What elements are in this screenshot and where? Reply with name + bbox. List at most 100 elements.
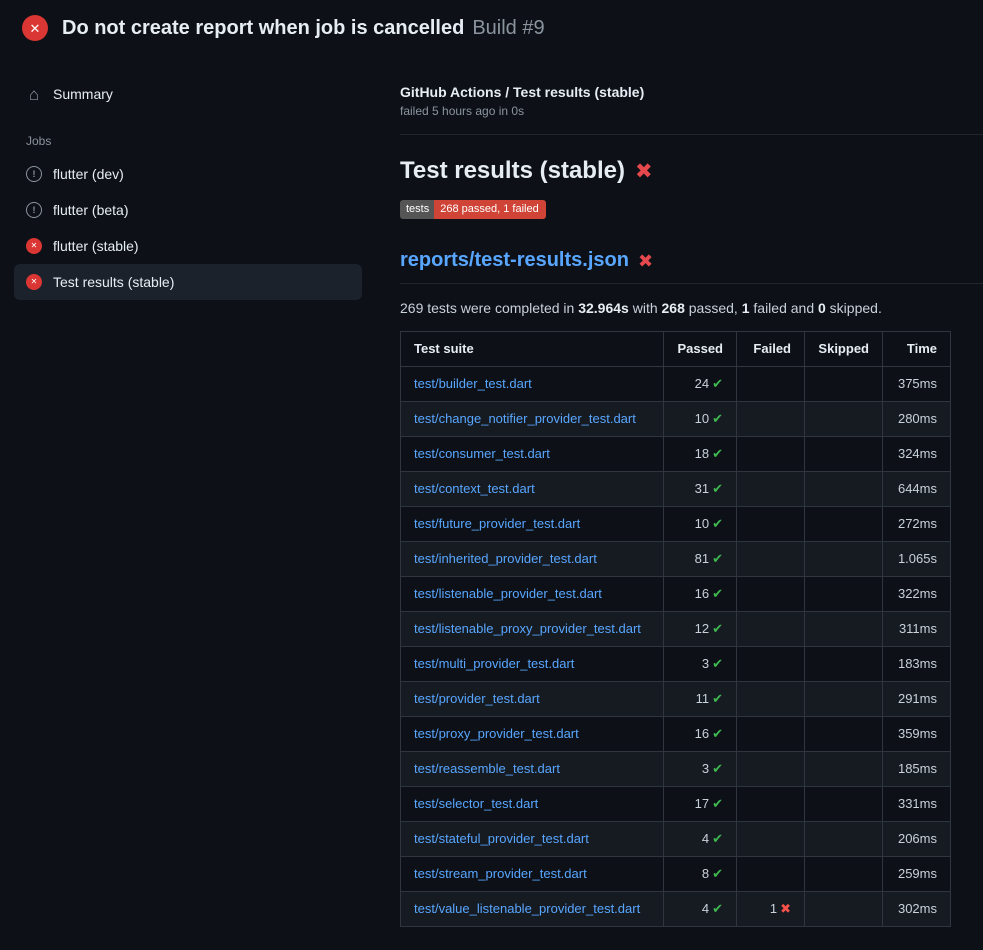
sidebar-item-summary[interactable]: ⌂ Summary [14, 76, 362, 112]
test-suite-link[interactable]: test/future_provider_test.dart [414, 516, 580, 531]
test-suite-link[interactable]: test/inherited_provider_test.dart [414, 551, 597, 566]
skipped-cell [805, 472, 883, 507]
skipped-cell [805, 857, 883, 892]
col-header-time: Time [883, 332, 951, 367]
passed-cell: 8✔ [664, 857, 737, 892]
test-suite-link[interactable]: test/context_test.dart [414, 481, 535, 496]
check-icon: ✔ [712, 481, 723, 496]
jobs-heading: Jobs [26, 134, 362, 148]
sidebar-item-job[interactable]: !flutter (beta) [14, 192, 362, 228]
suite-cell: test/listenable_provider_test.dart [401, 577, 664, 612]
passed-cell-count: 10 [695, 516, 709, 531]
run-title-row: Do not create report when job is cancell… [62, 17, 545, 40]
table-row: test/provider_test.dart11✔291ms [401, 682, 951, 717]
skipped-cell [805, 437, 883, 472]
job-label: Test results (stable) [53, 274, 174, 290]
skipped-cell [805, 542, 883, 577]
passed-cell-count: 31 [695, 481, 709, 496]
passed-cell-count: 3 [702, 761, 709, 776]
test-suite-link[interactable]: test/reassemble_test.dart [414, 761, 560, 776]
sidebar-item-job[interactable]: ✕Test results (stable) [14, 264, 362, 300]
time-cell: 280ms [883, 402, 951, 437]
check-icon: ✔ [712, 621, 723, 636]
passed-cell: 16✔ [664, 717, 737, 752]
passed-cell: 4✔ [664, 892, 737, 927]
page-header: ✕ Do not create report when job is cance… [0, 0, 983, 54]
suite-cell: test/future_provider_test.dart [401, 507, 664, 542]
skipped-cell [805, 717, 883, 752]
passed-cell-count: 16 [695, 726, 709, 741]
failed-cell: 1✖ [737, 892, 805, 927]
failed-cell [737, 577, 805, 612]
check-icon: ✔ [712, 831, 723, 846]
time-cell: 311ms [883, 612, 951, 647]
test-suite-link[interactable]: test/consumer_test.dart [414, 446, 550, 461]
run-status-line: failed 5 hours ago in 0s [400, 104, 983, 118]
failed-cell [737, 647, 805, 682]
test-suite-link[interactable]: test/stateful_provider_test.dart [414, 831, 589, 846]
table-row: test/selector_test.dart17✔331ms [401, 787, 951, 822]
col-header-skipped: Skipped [805, 332, 883, 367]
suite-cell: test/proxy_provider_test.dart [401, 717, 664, 752]
suite-cell: test/provider_test.dart [401, 682, 664, 717]
badge-value: 268 passed, 1 failed [434, 200, 545, 219]
passed-cell-count: 11 [696, 691, 710, 706]
failed-cross-icon: ✖ [635, 161, 653, 182]
table-row: test/future_provider_test.dart10✔272ms [401, 507, 951, 542]
sidebar-item-job[interactable]: !flutter (dev) [14, 156, 362, 192]
table-row: test/consumer_test.dart18✔324ms [401, 437, 951, 472]
report-file-link[interactable]: reports/test-results.json [400, 249, 629, 272]
table-row: test/context_test.dart31✔644ms [401, 472, 951, 507]
passed-cell-count: 4 [702, 831, 709, 846]
check-icon: ✔ [712, 446, 723, 461]
test-suite-link[interactable]: test/value_listenable_provider_test.dart [414, 901, 640, 916]
time-cell: 183ms [883, 647, 951, 682]
test-suite-link[interactable]: test/selector_test.dart [414, 796, 538, 811]
test-suite-link[interactable]: test/change_notifier_provider_test.dart [414, 411, 636, 426]
passed-cell: 16✔ [664, 577, 737, 612]
skipped-cell [805, 682, 883, 717]
test-suite-link[interactable]: test/builder_test.dart [414, 376, 532, 391]
passed-cell-count: 17 [695, 796, 709, 811]
x-circle-icon: ✕ [22, 15, 48, 41]
failed-cell [737, 437, 805, 472]
test-suite-link[interactable]: test/proxy_provider_test.dart [414, 726, 579, 741]
test-suite-link[interactable]: test/provider_test.dart [414, 691, 540, 706]
skipped-cell [805, 752, 883, 787]
passed-cell: 17✔ [664, 787, 737, 822]
failed-cell [737, 822, 805, 857]
check-icon: ✔ [712, 761, 723, 776]
check-icon: ✔ [712, 901, 723, 916]
build-number: Build #9 [472, 17, 544, 40]
skipped-cell [805, 507, 883, 542]
suite-cell: test/consumer_test.dart [401, 437, 664, 472]
check-icon: ✔ [712, 551, 723, 566]
check-icon: ✔ [712, 586, 723, 601]
check-icon: ✔ [712, 796, 723, 811]
failed-cell [737, 752, 805, 787]
summary-text: 269 tests were completed in [400, 300, 578, 316]
passed-cell: 4✔ [664, 822, 737, 857]
table-row: test/inherited_provider_test.dart81✔1.06… [401, 542, 951, 577]
divider [400, 134, 983, 135]
test-suite-link[interactable]: test/multi_provider_test.dart [414, 656, 574, 671]
run-title: Do not create report when job is cancell… [62, 17, 464, 40]
failed-cell [737, 472, 805, 507]
breadcrumb: GitHub Actions / Test results (stable) [400, 84, 983, 100]
passed-cell-count: 4 [702, 901, 709, 916]
neutral-status-icon: ! [26, 202, 42, 218]
passed-cell: 18✔ [664, 437, 737, 472]
table-row: test/stream_provider_test.dart8✔259ms [401, 857, 951, 892]
passed-cell: 10✔ [664, 507, 737, 542]
test-suite-link[interactable]: test/listenable_proxy_provider_test.dart [414, 621, 641, 636]
check-icon: ✔ [712, 656, 723, 671]
job-label: flutter (dev) [53, 166, 124, 182]
suite-cell: test/stateful_provider_test.dart [401, 822, 664, 857]
sidebar-item-job[interactable]: ✕flutter (stable) [14, 228, 362, 264]
test-suite-link[interactable]: test/listenable_provider_test.dart [414, 586, 602, 601]
test-suite-link[interactable]: test/stream_provider_test.dart [414, 866, 587, 881]
table-row: test/proxy_provider_test.dart16✔359ms [401, 717, 951, 752]
summary-passed-count: 268 [662, 300, 685, 316]
test-summary-line: 269 tests were completed in 32.964s with… [400, 300, 983, 316]
passed-cell-count: 81 [695, 551, 709, 566]
